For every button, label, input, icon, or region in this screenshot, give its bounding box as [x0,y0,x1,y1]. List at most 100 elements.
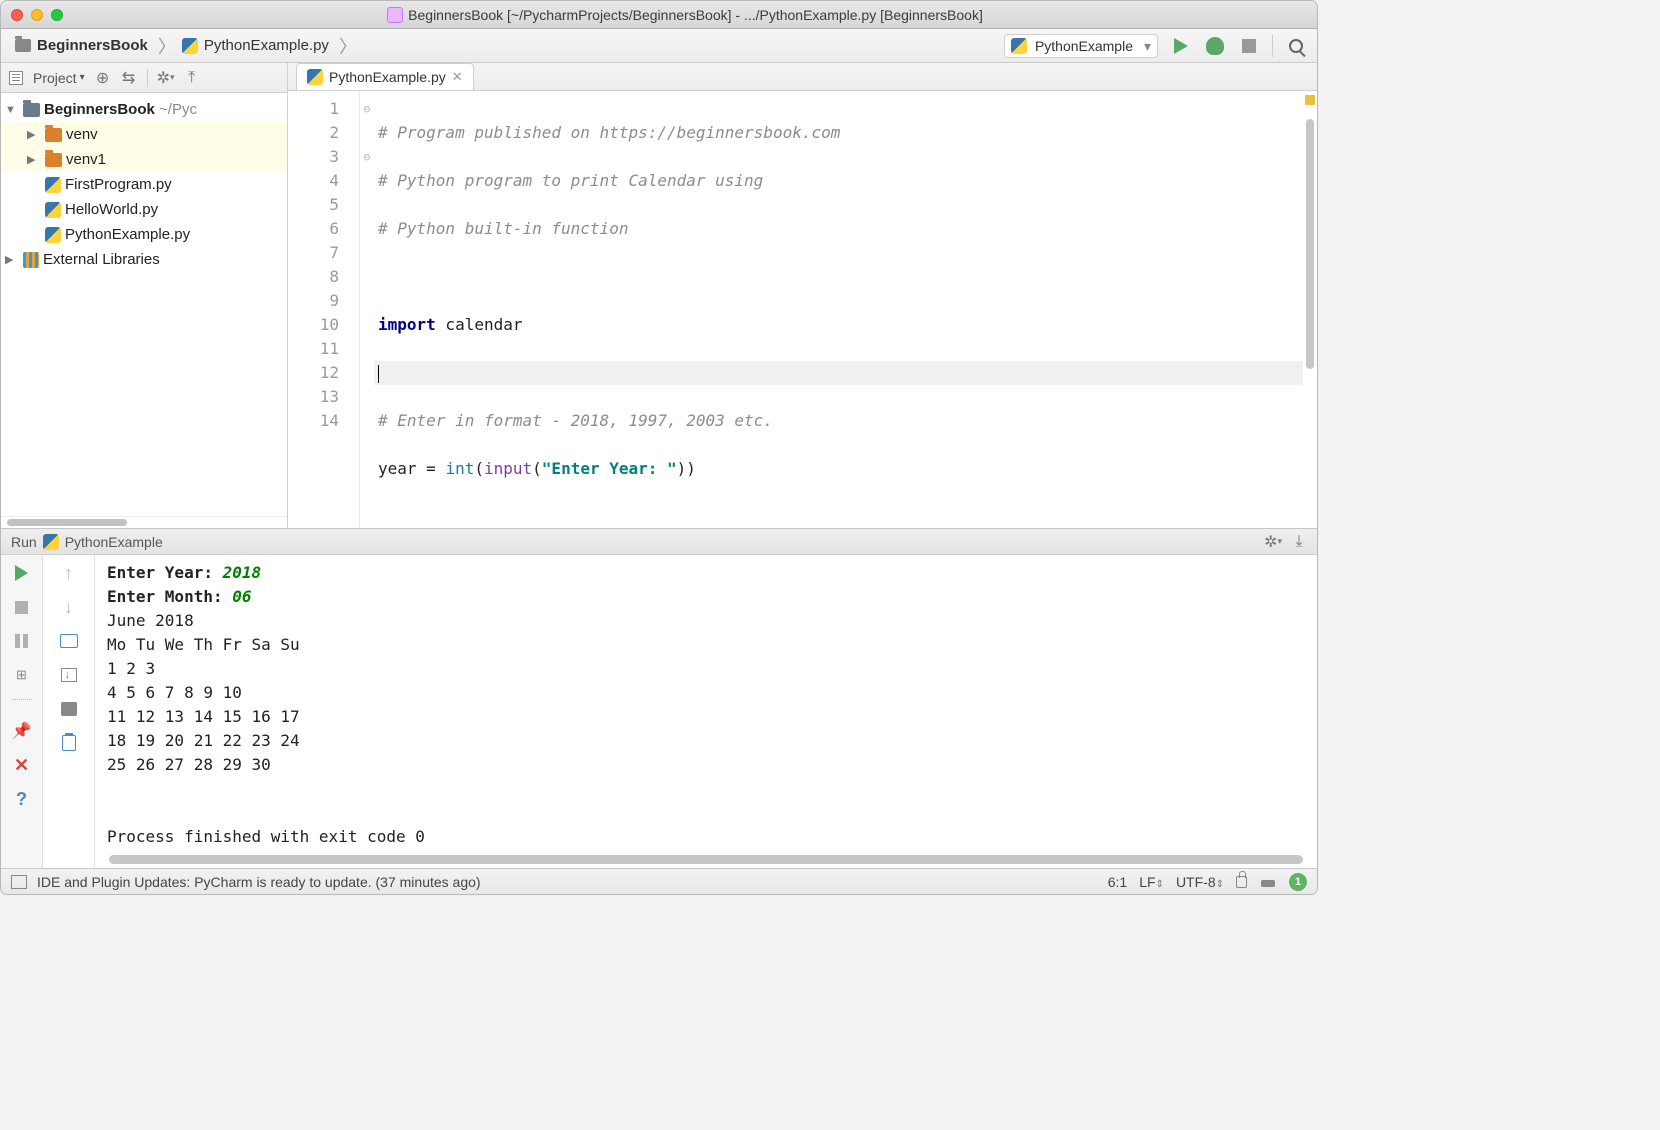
tool-windows-icon[interactable] [11,875,27,889]
search-button[interactable] [1285,35,1307,57]
nav-row: BeginnersBook 〉 PythonExample.py 〉 Pytho… [1,29,1317,63]
chevron-down-icon: ▼ [5,104,19,116]
pin-icon: 📌 [12,721,32,741]
close-icon[interactable] [11,9,23,21]
breadcrumb: BeginnersBook 〉 PythonExample.py 〉 [11,33,359,59]
notifications-badge[interactable]: 1 [1289,873,1307,891]
clear-button[interactable] [59,733,79,753]
lock-icon[interactable] [1236,876,1247,888]
breadcrumb-project[interactable]: BeginnersBook [11,37,156,54]
run-left-toolbar-2: ↑ ↓ [43,555,95,868]
collapse-icon[interactable]: ⇆ [121,70,137,86]
window-title: BeginnersBook [~/PycharmProjects/Beginne… [63,7,1307,23]
tree-file[interactable]: HelloWorld.py [1,197,287,222]
fold-column: ⊖⊖ [360,91,374,528]
rerun-button[interactable] [12,563,32,583]
scroll-down-button[interactable]: ↓ [59,597,79,617]
folder-icon [45,128,62,142]
editor-v-scrollbar[interactable] [1306,119,1314,369]
tree-root-label: BeginnersBook ~/Pyc [44,101,197,118]
status-right: 6:1 LF⇕ UTF-8⇕ 1 [1108,873,1307,891]
pin-button[interactable]: 📌 [12,721,32,741]
scroll-up-button[interactable]: ↑ [59,563,79,583]
wrap-icon [60,634,78,648]
layout-button[interactable]: ⊞ [12,665,32,685]
close-button[interactable]: ✕ [12,755,32,775]
tree-file[interactable]: PythonExample.py [1,222,287,247]
project-tree: ▼ BeginnersBook ~/Pyc ▶ venv ▶ venv1 Fir… [1,93,287,516]
inspector-icon[interactable] [1259,875,1277,889]
stop-icon [1242,39,1256,53]
search-icon [1289,39,1303,53]
tree-folder-venv[interactable]: ▶ venv [1,122,287,147]
app-window: BeginnersBook [~/PycharmProjects/Beginne… [0,0,1318,895]
python-icon [45,227,61,243]
run-button[interactable] [1170,35,1192,57]
folder-icon [15,39,31,52]
sidebar-h-scrollbar[interactable] [1,516,287,528]
tree-item-label: venv [66,126,98,143]
trash-icon [62,735,76,751]
python-icon [43,534,59,550]
separator [12,699,32,707]
console-output[interactable]: Enter Year: 2018 Enter Month: 06 June 20… [95,555,1317,868]
play-icon [15,565,28,581]
sidebar-header: Project▾ ⊕ ⇆ ✲▾ ⤒ [1,63,287,93]
line-gutter: 1234567891011121314 [288,91,360,528]
chevron-right-icon: ▶ [27,128,41,141]
run-config-select[interactable]: PythonExample [1004,34,1158,58]
stop-icon [15,601,28,614]
chevron-right-icon: 〉 [156,33,178,59]
editor-area: PythonExample.py ✕ 1234567891011121314 ⊖… [288,63,1317,528]
caret-position[interactable]: 6:1 [1108,874,1127,890]
warning-marker[interactable] [1305,95,1315,105]
folder-icon [23,103,40,117]
tree-root[interactable]: ▼ BeginnersBook ~/Pyc [1,97,287,122]
code-editor[interactable]: 1234567891011121314 ⊖⊖ # Program publish… [288,91,1317,528]
library-icon [23,252,39,268]
tree-item-label: PythonExample.py [65,226,190,243]
wrap-button[interactable] [59,631,79,651]
tree-external-libs[interactable]: ▶ External Libraries [1,247,287,272]
tree-item-label: HelloWorld.py [65,201,158,218]
gear-icon[interactable]: ✲▾ [1265,534,1281,550]
print-icon [61,702,77,716]
toolbar-right: PythonExample [1004,34,1307,58]
line-separator[interactable]: LF⇕ [1139,874,1164,890]
project-sidebar: Project▾ ⊕ ⇆ ✲▾ ⤒ ▼ BeginnersBook ~/Pyc … [1,63,288,528]
file-encoding[interactable]: UTF-8⇕ [1176,874,1224,890]
close-icon[interactable]: ✕ [452,69,463,85]
minimize-icon[interactable] [31,9,43,21]
hide-icon[interactable]: ⤒ [184,70,200,86]
separator [1272,35,1273,57]
pause-button[interactable] [12,631,32,651]
folder-icon [45,153,62,167]
sidebar-title[interactable]: Project▾ [33,70,85,86]
tree-folder-venv1[interactable]: ▶ venv1 [1,147,287,172]
print-button[interactable] [59,699,79,719]
breadcrumb-file[interactable]: PythonExample.py [178,37,337,54]
text-cursor [378,365,379,383]
help-icon: ? [16,789,27,810]
download-icon[interactable]: ⤓ [1291,534,1307,550]
debug-button[interactable] [1204,35,1226,57]
stop-button[interactable] [1238,35,1260,57]
tree-item-label: venv1 [66,151,106,168]
editor-tab[interactable]: PythonExample.py ✕ [296,63,474,90]
export-button[interactable] [59,665,79,685]
separator [147,69,148,87]
help-button[interactable]: ? [12,789,32,809]
tree-file[interactable]: FirstProgram.py [1,172,287,197]
stop-button[interactable] [12,597,32,617]
locate-icon[interactable]: ⊕ [95,70,111,86]
project-panel-icon [9,71,23,85]
pause-icon [15,634,28,648]
console-h-scrollbar[interactable] [109,855,1303,864]
python-icon [45,202,61,218]
maximize-icon[interactable] [51,9,63,21]
python-icon [45,177,61,193]
status-message[interactable]: IDE and Plugin Updates: PyCharm is ready… [37,874,481,890]
code-content[interactable]: # Program published on https://beginners… [374,91,1317,528]
run-header-tools: ✲▾ ⤓ [1265,534,1307,550]
settings-icon[interactable]: ✲▾ [158,70,174,86]
